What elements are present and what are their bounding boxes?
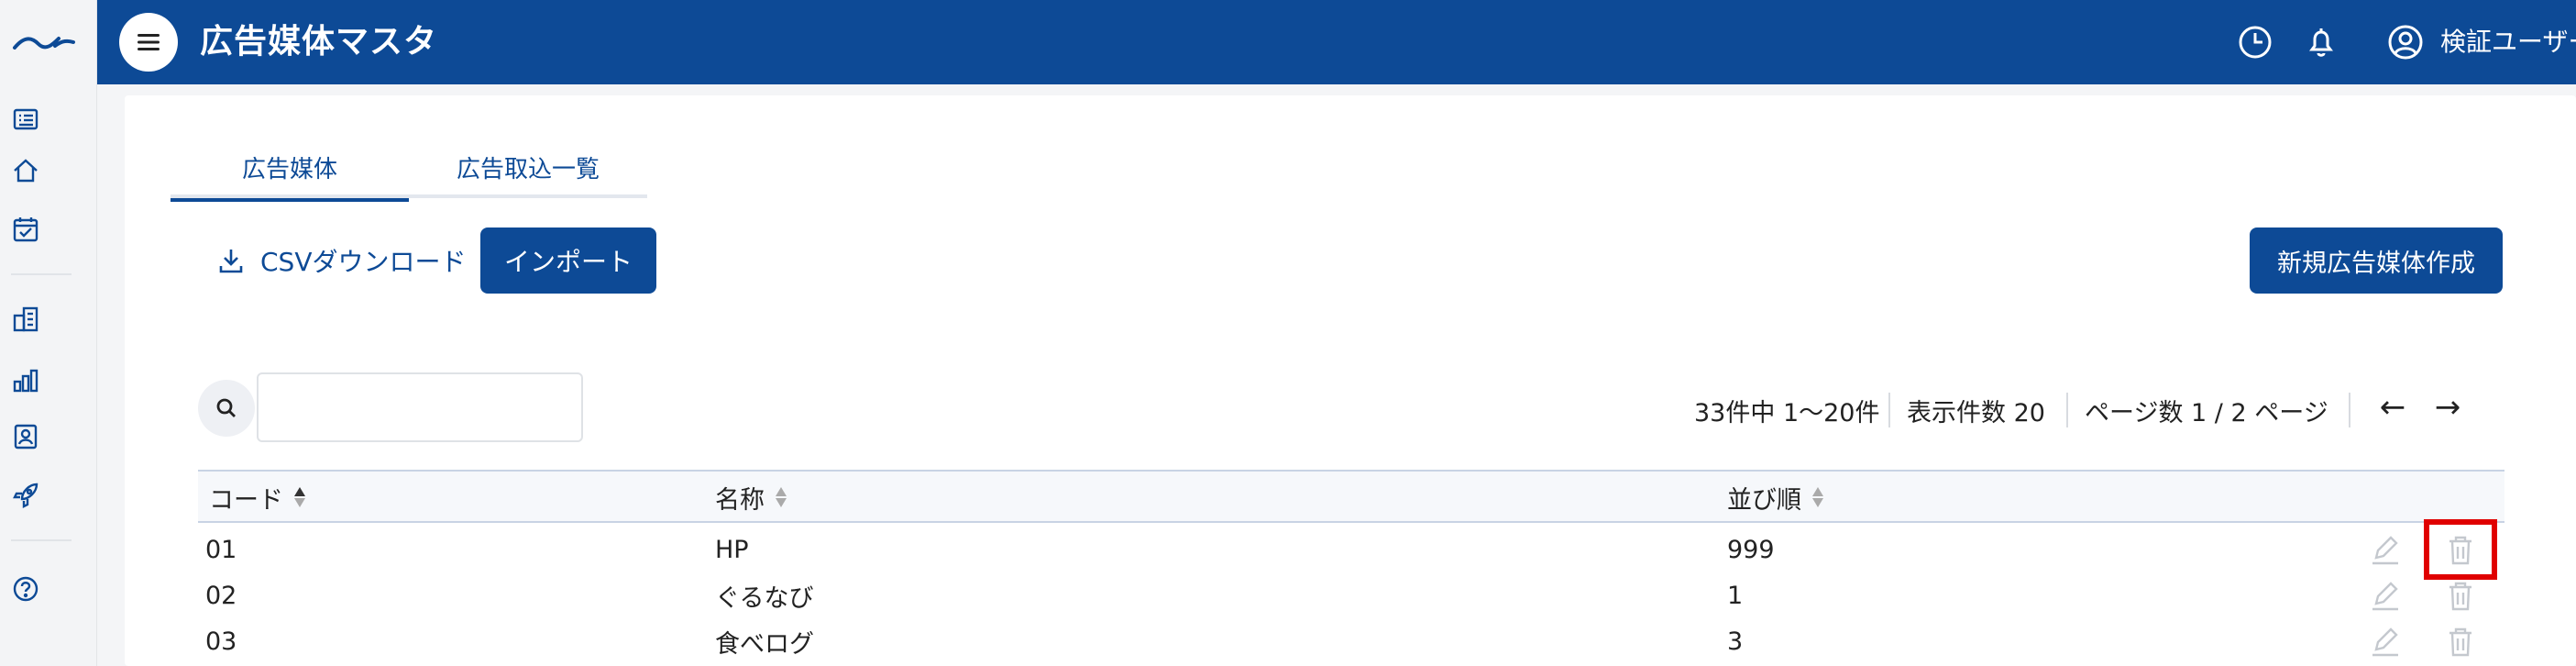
pagination-summary: 33件中 1〜20件: [1694, 385, 1879, 435]
search-icon: [216, 398, 236, 417]
edit-icon[interactable]: [2367, 532, 2404, 569]
csv-download-button[interactable]: CSVダウンロード: [216, 233, 466, 288]
page-count-label: ページ数 1 / 2 ページ: [2085, 398, 2328, 427]
home-icon[interactable]: [11, 156, 40, 185]
highlight-box: [2424, 519, 2497, 580]
tab-ad-import-list[interactable]: 広告取込一覧: [409, 136, 647, 198]
menu-button[interactable]: [119, 13, 178, 72]
sort-icon[interactable]: [776, 487, 787, 507]
per-page-selector[interactable]: 表示件数 20: [1907, 385, 2045, 435]
page-title: 広告媒体マスタ: [200, 23, 438, 61]
pager-divider: [2066, 393, 2068, 427]
cell-code: 01: [205, 535, 237, 564]
table-row[interactable]: 03 食べログ 3: [198, 618, 2504, 664]
record-range: 33件中 1〜20件: [1694, 398, 1880, 427]
edit-icon[interactable]: [2367, 624, 2404, 660]
cell-name: ぐるなび: [715, 583, 814, 613]
cell-code: 02: [205, 581, 237, 610]
building-icon[interactable]: [11, 305, 40, 334]
column-header-code[interactable]: コード: [209, 472, 305, 523]
cell-order: 1: [1727, 581, 1744, 610]
sort-icon[interactable]: [294, 487, 305, 507]
new-ad-media-button[interactable]: 新規広告媒体作成: [2250, 228, 2503, 294]
top-bar: 広告媒体マスタ 検証ユーザー: [97, 0, 2576, 84]
menu-icon: [138, 34, 160, 50]
cell-name: HP: [715, 535, 749, 564]
tab-ad-media[interactable]: 広告媒体: [171, 136, 409, 202]
cell-name: 食べログ: [715, 629, 814, 659]
cell-order: 3: [1727, 627, 1744, 656]
pager-divider: [2349, 393, 2350, 427]
cell-order: 999: [1727, 535, 1775, 564]
import-button[interactable]: インポート: [480, 228, 656, 294]
column-header-order[interactable]: 並び順: [1727, 472, 1823, 523]
trash-icon[interactable]: [2442, 578, 2479, 615]
bell-icon[interactable]: [2301, 22, 2341, 62]
rail-divider: [11, 273, 72, 275]
help-icon[interactable]: [11, 574, 40, 604]
pages-group: [2066, 385, 2068, 435]
rocket-icon[interactable]: [11, 481, 40, 510]
csv-download-label: CSVダウンロード: [260, 247, 467, 277]
list-icon[interactable]: [11, 105, 40, 134]
column-label: 名称: [715, 485, 765, 515]
contact-card-icon[interactable]: [11, 422, 40, 451]
user-name[interactable]: 検証ユーザー: [2440, 24, 2576, 61]
edit-icon[interactable]: [2367, 578, 2404, 615]
column-label: 並び順: [1727, 485, 1801, 515]
brand-logo[interactable]: [11, 31, 75, 53]
table-row[interactable]: 02 ぐるなび 1: [198, 572, 2504, 618]
pager-divider: [1888, 393, 1890, 427]
cell-code: 03: [205, 627, 237, 656]
page-count: ページ数 1 / 2 ページ: [2085, 385, 2328, 435]
trash-icon[interactable]: [2442, 624, 2479, 660]
column-label: コード: [209, 485, 283, 515]
user-circle-icon[interactable]: [2385, 22, 2426, 62]
tab-bar: 広告媒体 広告取込一覧: [171, 136, 647, 202]
download-icon: [219, 250, 243, 273]
side-rail: [0, 0, 97, 666]
arrows-group: [2349, 385, 2350, 435]
table-header: コード 名称 並び順: [198, 470, 2504, 523]
search-button[interactable]: [198, 380, 255, 437]
per-page-label: 表示件数 20: [1907, 398, 2045, 427]
sort-icon[interactable]: [1812, 487, 1823, 507]
calendar-check-icon[interactable]: [11, 215, 40, 244]
search-input[interactable]: [257, 372, 583, 442]
prev-page-button[interactable]: ←: [2372, 387, 2413, 427]
next-page-button[interactable]: →: [2427, 387, 2468, 427]
column-header-name[interactable]: 名称: [715, 472, 787, 523]
table-row[interactable]: 01 HP 999: [198, 527, 2504, 572]
rail-divider: [11, 539, 72, 541]
bar-chart-icon[interactable]: [11, 365, 40, 394]
per-page-group: [1888, 385, 1890, 435]
clock-icon[interactable]: [2235, 22, 2275, 62]
